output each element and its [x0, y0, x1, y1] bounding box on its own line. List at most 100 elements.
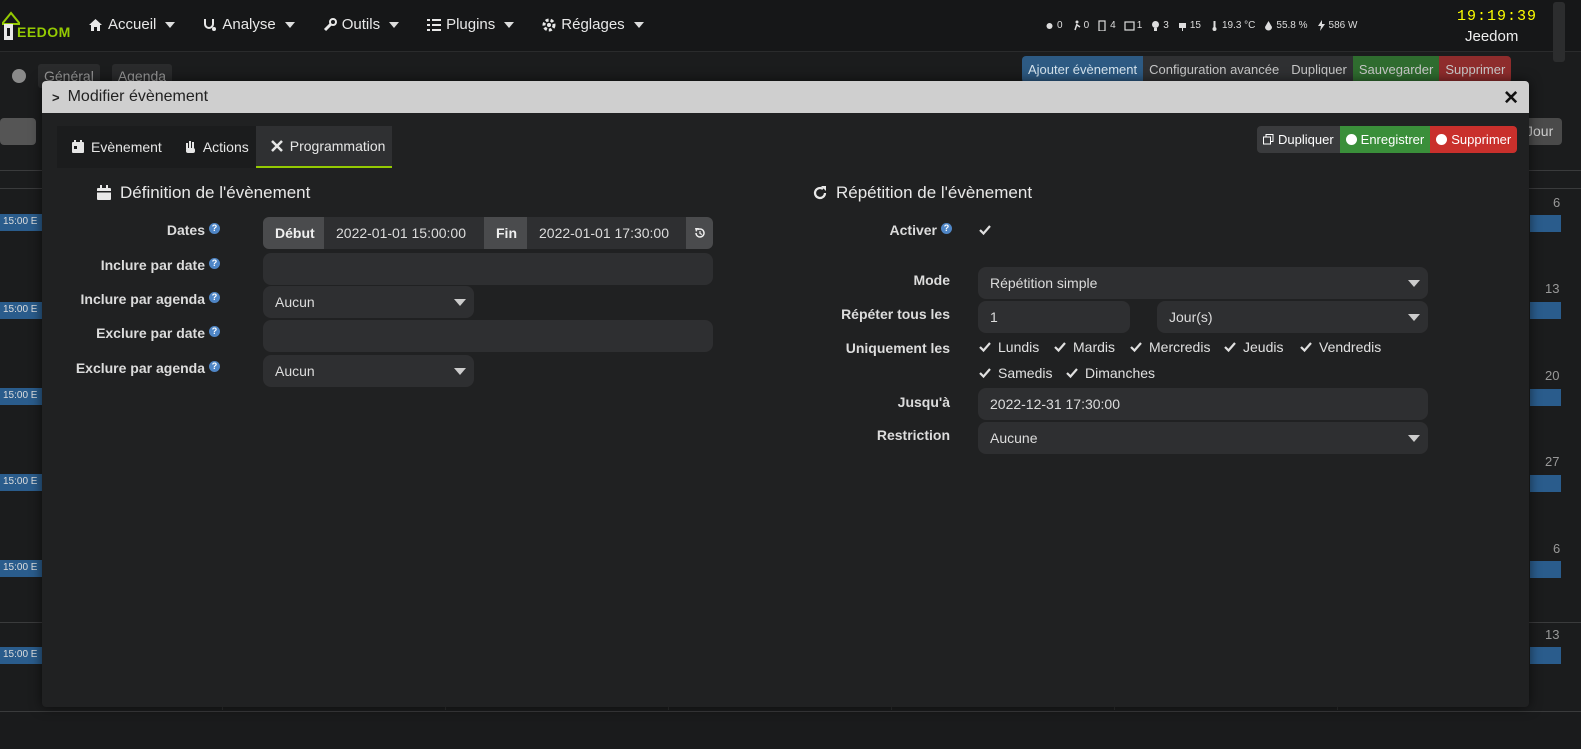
help-icon[interactable]: ? — [209, 258, 220, 269]
top-navbar: EEDOM Accueil Analyse Outils Plugins Rég… — [0, 0, 1581, 62]
include-agenda-value: Aucun — [275, 294, 315, 310]
exclude-date-input[interactable] — [263, 320, 713, 352]
stethoscope-icon — [204, 18, 217, 31]
check-circle-icon — [1345, 134, 1357, 145]
status-humidity[interactable]: 55.8 % — [1263, 20, 1308, 31]
dates-range-input: Début 2022-01-01 15:00:00 Fin 2022-01-01… — [263, 217, 713, 249]
minus-circle-icon — [1436, 134, 1448, 145]
calendar-event[interactable] — [1530, 389, 1561, 406]
repeat-unit-select[interactable]: Jour(s) — [1157, 301, 1428, 333]
mode-select[interactable]: Répétition simple — [978, 267, 1428, 299]
calendar-event[interactable]: 15:00 E — [0, 560, 44, 577]
day-checkbox-jeudis[interactable]: Jeudis — [1223, 339, 1283, 355]
enable-checkbox[interactable] — [978, 223, 992, 237]
day-checkbox-mercredis[interactable]: Mercredis — [1129, 339, 1210, 355]
check-icon — [979, 342, 991, 353]
status-power[interactable]: 586 W — [1316, 20, 1357, 31]
menu-plugins[interactable]: Plugins — [427, 16, 515, 33]
status-light-value: 0 — [1057, 20, 1063, 31]
thermometer-icon — [1212, 21, 1217, 31]
tab-programmation[interactable]: Programmation — [255, 126, 393, 168]
background-actions: Ajouter évènement Configuration avancée … — [1022, 56, 1512, 83]
status-temperature[interactable]: 19.3 °C — [1209, 20, 1255, 31]
status-bulb[interactable]: 3 — [1150, 20, 1169, 31]
until-date-input[interactable]: 2022-12-31 17:30:00 — [978, 388, 1428, 420]
calendar-event[interactable] — [1530, 647, 1561, 664]
calendar-event[interactable] — [1530, 215, 1561, 232]
status-summary: 0 0 4 1 3 15 19.3 °C 55.8 % 586 W — [1044, 20, 1357, 31]
calendar-event[interactable]: 15:00 E — [0, 474, 44, 491]
calendar-event[interactable] — [1530, 302, 1561, 319]
calendar-icon — [72, 140, 84, 153]
only-days-label: Uniquement les — [845, 340, 950, 356]
include-date-input[interactable] — [263, 253, 713, 285]
close-icon[interactable]: ✕ — [1503, 87, 1519, 110]
menu-reglages-label: Réglages — [561, 16, 625, 33]
status-door-value: 4 — [1110, 20, 1116, 31]
day-checkbox-mardis[interactable]: Mardis — [1053, 339, 1115, 355]
delete-equipment-button[interactable]: Supprimer — [1439, 56, 1512, 83]
exclude-agenda-select[interactable]: Aucun — [263, 355, 474, 387]
day-checkbox-lundis[interactable]: Lundis — [978, 339, 1039, 355]
tab-evenement[interactable]: Evènement — [57, 126, 169, 168]
tab-actions[interactable]: Actions — [168, 126, 256, 168]
page-footer — [0, 711, 1581, 749]
repeat-unit-value: Jour(s) — [1169, 309, 1213, 325]
calendar-event[interactable] — [1530, 475, 1561, 492]
help-icon[interactable]: ? — [209, 361, 220, 372]
calendar-event[interactable]: 15:00 E — [0, 302, 44, 319]
status-window[interactable]: 1 — [1124, 20, 1142, 31]
include-agenda-select[interactable]: Aucun — [263, 286, 474, 318]
refresh-icon — [813, 186, 827, 200]
page-scrollbar[interactable] — [1553, 2, 1565, 62]
dates-label: Dates? — [42, 222, 220, 238]
modal-header[interactable]: > Modifier évènement ✕ — [42, 81, 1529, 113]
status-motion[interactable]: 0 — [1071, 20, 1089, 31]
status-plug[interactable]: 15 — [1177, 20, 1201, 31]
start-date-input[interactable]: 2022-01-01 15:00:00 — [324, 217, 484, 249]
help-icon[interactable]: ? — [941, 223, 952, 234]
edit-event-modal: > Modifier évènement ✕ Evènement Actions… — [42, 81, 1529, 707]
duplicate-button[interactable]: Dupliquer — [1257, 126, 1340, 153]
jeedom-logo[interactable]: EEDOM — [0, 8, 72, 44]
status-plug-value: 15 — [1189, 20, 1201, 31]
caret-down-icon — [165, 21, 176, 28]
day-checkbox-samedis[interactable]: Samedis — [978, 365, 1052, 381]
caret-down-icon — [284, 21, 295, 28]
status-light[interactable]: 0 — [1044, 20, 1063, 31]
menu-reglages[interactable]: Réglages — [542, 16, 644, 33]
day-checkbox-dimanches[interactable]: Dimanches — [1065, 365, 1155, 381]
help-icon[interactable]: ? — [209, 223, 220, 234]
reset-dates-button[interactable] — [686, 217, 713, 249]
calendar-event[interactable] — [1530, 561, 1561, 578]
calendar-event[interactable]: 15:00 E — [0, 388, 44, 405]
delete-button[interactable]: Supprimer — [1430, 126, 1518, 153]
delete-label: Supprimer — [1451, 132, 1512, 147]
restriction-select[interactable]: Aucune — [978, 422, 1428, 454]
user-menu[interactable]: Jeedom — [1465, 28, 1518, 45]
status-humidity-value: 55.8 % — [1276, 20, 1308, 31]
repeat-value-input[interactable]: 1 — [978, 301, 1130, 333]
calendar-event[interactable]: 15:00 E — [0, 647, 44, 664]
include-date-label-text: Inclure par date — [100, 257, 205, 273]
advanced-config-button[interactable]: Configuration avancée — [1143, 56, 1286, 83]
tools-icon — [270, 140, 283, 152]
save-equipment-button[interactable]: Sauvegarder — [1352, 56, 1440, 83]
help-icon[interactable]: ? — [209, 292, 220, 303]
door-icon — [1098, 20, 1106, 31]
status-temperature-value: 19.3 °C — [1221, 20, 1256, 31]
add-event-button[interactable]: Ajouter évènement — [1022, 56, 1144, 83]
calendar-prev-button[interactable] — [0, 118, 36, 145]
end-date-input[interactable]: 2022-01-01 17:30:00 — [527, 217, 686, 249]
day-checkbox-vendredis[interactable]: Vendredis — [1299, 339, 1381, 355]
back-icon[interactable] — [12, 69, 26, 83]
menu-accueil[interactable]: Accueil — [88, 16, 176, 33]
menu-analyse[interactable]: Analyse — [203, 16, 295, 33]
help-icon[interactable]: ? — [209, 326, 220, 337]
check-icon — [1066, 368, 1078, 379]
status-door[interactable]: 4 — [1097, 20, 1116, 31]
calendar-event[interactable]: 15:00 E — [0, 214, 44, 231]
save-button[interactable]: Enregistrer — [1339, 126, 1431, 153]
menu-outils[interactable]: Outils — [323, 16, 400, 33]
duplicate-equipment-button[interactable]: Dupliquer — [1285, 56, 1353, 83]
